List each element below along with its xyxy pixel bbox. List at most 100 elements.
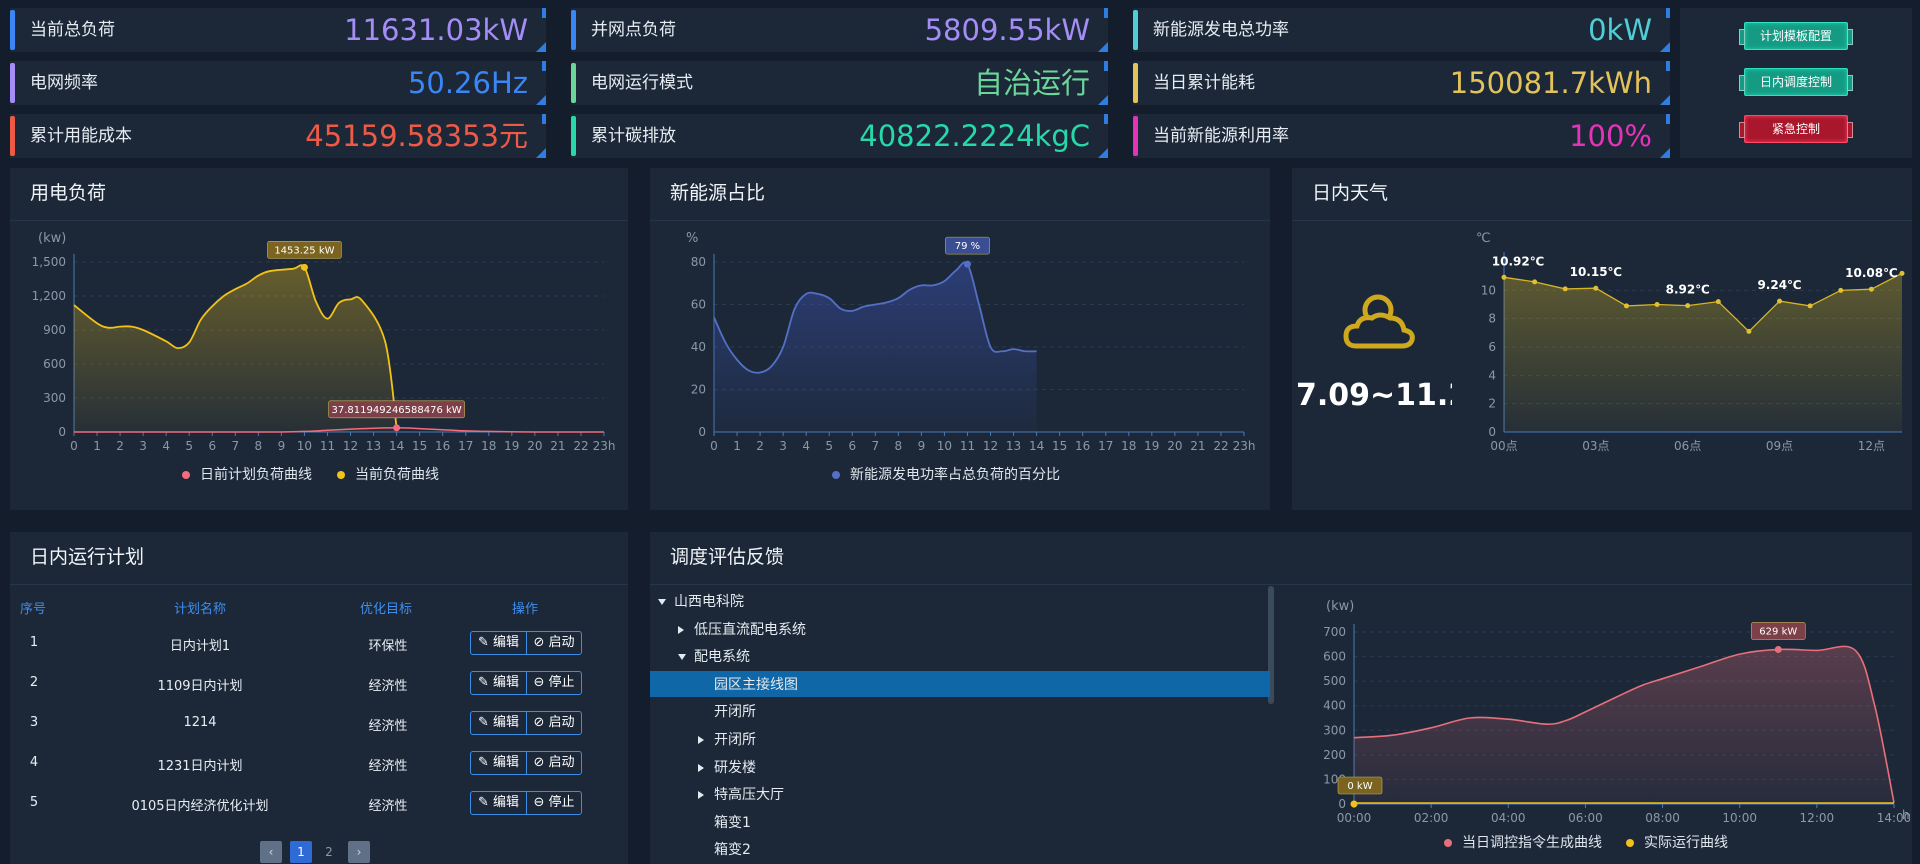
stop-button[interactable]: ⊖ 停止 — [526, 672, 581, 694]
kpi-corner-tick — [1104, 61, 1108, 71]
intraday-dispatch-control-button[interactable]: 日内调度控制 — [1739, 68, 1853, 96]
kpi-accent-bar — [1133, 10, 1138, 50]
tree-node[interactable]: 研发楼 — [698, 757, 756, 777]
tree-node[interactable]: 开闭所 — [698, 729, 756, 749]
kpi-value: 5809.55kW — [924, 13, 1090, 47]
legend-label: 实际运行曲线 — [1644, 835, 1728, 851]
tree-node[interactable]: 箱变1 — [714, 812, 751, 832]
tree-node[interactable]: 特高压大厅 — [698, 784, 784, 804]
legend-dot — [832, 471, 840, 479]
temperature-label: 10.08℃ — [1845, 266, 1898, 280]
kpi-accent-bar — [571, 10, 576, 50]
edit-button[interactable]: ✎ 编辑 — [471, 752, 526, 774]
start-button[interactable]: ⊘ 启动 — [526, 752, 581, 774]
stop-button[interactable]: ⊖ 停止 — [526, 792, 581, 814]
max-point — [1774, 645, 1782, 653]
kpi-corner — [536, 42, 546, 52]
kpi-label: 电网运行模式 — [591, 73, 693, 93]
plan-name: 1109日内计划 — [157, 679, 243, 694]
expand-right-icon — [698, 763, 704, 772]
weather-chart: 0 2 4 6 8 10 ℃ 00点 03点 06点 09点 12点 10.92℃ 10.15℃ 8.92℃… — [1476, 231, 1905, 453]
temperature-point — [1685, 303, 1691, 309]
eval-legend-cmd[interactable]: 当日调控指令生成曲线 — [1444, 832, 1602, 852]
pencil-icon: ✎ — [477, 635, 493, 650]
kpi-corner — [1098, 95, 1108, 105]
eval-panel: 调度评估反馈 0 100 200 300 400 500 600 700 00:00 02:00 0… — [650, 532, 1912, 864]
action-label: 启动 — [548, 635, 575, 650]
tree-node[interactable]: 开闭所 — [714, 701, 756, 721]
load-legend-plan[interactable]: 日前计划负荷曲线 — [182, 464, 312, 484]
kpi-corner-tick — [1666, 8, 1670, 18]
stop-icon: ⊖ — [533, 795, 549, 810]
tree-node[interactable]: 配电系统 — [678, 646, 750, 666]
plan-template-config-button[interactable]: 计划模板配置 — [1739, 22, 1853, 50]
pager-next-button[interactable]: › — [348, 841, 370, 863]
axis-unit: % — [686, 231, 698, 246]
pencil-icon: ✎ — [477, 795, 493, 810]
emergency-control-button[interactable]: 紧急控制 — [1739, 115, 1853, 143]
x-tick-label: 20 — [1167, 439, 1182, 453]
x-tick-label: 4 — [162, 439, 170, 453]
tree-node[interactable]: 园区主接线图 — [714, 674, 798, 694]
kpi-value: 50.26Hz — [407, 66, 528, 100]
x-tick-label: 19 — [1144, 439, 1159, 453]
x-tick-label: 16 — [1075, 439, 1090, 453]
x-tick-label: 02:00 — [1414, 811, 1449, 825]
eval-chart: 010020030040050060070000:00 02:00 04:00 06:… — [1323, 599, 1910, 825]
edit-button[interactable]: ✎ 编辑 — [471, 792, 526, 814]
edit-button[interactable]: ✎ 编辑 — [471, 672, 526, 694]
expand-right-icon — [678, 625, 684, 634]
renewable-panel: 新能源占比 0 20 40 60 80 0 1 2 3 4 5 6 7 8 9 10 11 12 13 14 15 16 1… — [650, 168, 1270, 510]
start-button[interactable]: ⊘ 启动 — [526, 632, 581, 654]
temperature-point — [1532, 279, 1538, 285]
expand-down-icon — [678, 654, 686, 661]
tree-node[interactable]: 箱变2 — [714, 839, 751, 859]
start-button[interactable]: ⊘ 启动 — [526, 712, 581, 734]
tree-node-label: 配电系统 — [694, 649, 750, 666]
tooltip-text: 1453.25 kW — [274, 245, 334, 256]
plan-goal: 经济性 — [368, 719, 408, 734]
expand-down-icon — [658, 599, 666, 605]
legend-label: 新能源发电功率占总负荷的百分比 — [850, 467, 1060, 483]
x-tick-label: 12点 — [1858, 439, 1885, 453]
x-tick-label: 04:00 — [1491, 811, 1526, 825]
tree-node[interactable]: 山西电科院 — [658, 591, 744, 611]
load-legend-actual[interactable]: 当前负荷曲线 — [337, 464, 439, 484]
x-tick-label: 5 — [185, 439, 193, 453]
tree-node[interactable]: 低压直流配电系统 — [678, 619, 806, 639]
kpi-corner — [1660, 148, 1670, 158]
row-actions: ✎ 编辑 ⊘ 启动 — [470, 631, 582, 655]
renewable-legend[interactable]: 新能源发电功率占总负荷的百分比 — [832, 464, 1060, 484]
tree-node-label: 箱变2 — [714, 842, 751, 859]
max-point — [300, 263, 308, 271]
x-tick-label: 14 — [1029, 439, 1044, 453]
edit-button[interactable]: ✎ 编辑 — [471, 632, 526, 654]
y-tick-label: 6 — [1488, 340, 1496, 354]
y-tick-label: 2 — [1488, 397, 1496, 411]
edit-button[interactable]: ✎ 编辑 — [471, 712, 526, 734]
action-label: 停止 — [548, 675, 575, 690]
row-actions: ✎ 编辑 ⊘ 启动 — [470, 751, 582, 775]
temperature-point — [1715, 299, 1721, 305]
kpi-corner — [1098, 148, 1108, 158]
kpi-accent-bar — [1133, 63, 1138, 103]
pager-prev-button[interactable]: ‹ — [260, 841, 282, 863]
kpi-label: 新能源发电总功率 — [1153, 20, 1289, 40]
tree-node-label: 箱变1 — [714, 814, 751, 831]
kpi-corner — [536, 148, 546, 158]
x-unit: h — [1902, 808, 1910, 822]
pager-page-1[interactable]: 1 — [290, 841, 312, 863]
eval-legend-actual[interactable]: 实际运行曲线 — [1626, 832, 1728, 852]
x-tick-label: 17 — [458, 439, 473, 453]
x-tick-label: 5 — [825, 439, 833, 453]
y-tick-label: 200 — [1323, 748, 1346, 762]
x-tick-label: 8 — [255, 439, 263, 453]
tooltip-text: 0 kW — [1347, 781, 1372, 792]
kpi-corner-tick — [1666, 61, 1670, 71]
check-circle-icon: ⊘ — [533, 635, 549, 650]
temperature-point — [1654, 302, 1660, 307]
pager-page-2[interactable]: 2 — [318, 841, 340, 863]
x-tick-label: 03点 — [1582, 439, 1609, 453]
x-tick-label: 16 — [435, 439, 450, 453]
row-number: 1 — [29, 635, 39, 650]
